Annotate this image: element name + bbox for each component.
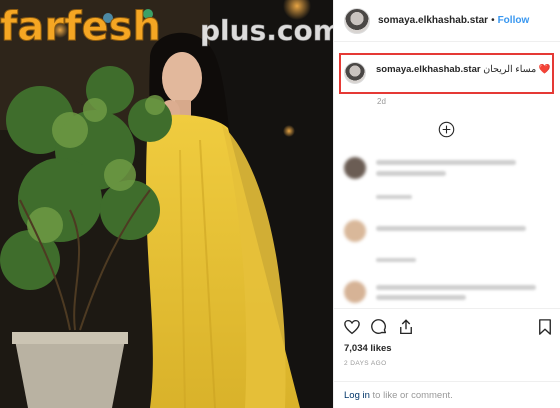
caption-username[interactable]: somaya.elkhashab.star (376, 64, 481, 75)
comment-item-blurred (344, 220, 554, 270)
author-username[interactable]: somaya.elkhashab.star (378, 15, 488, 26)
comment-meta-blurred (376, 258, 416, 262)
bookmark-icon[interactable] (536, 318, 554, 336)
post-age[interactable]: 2 DAYS AGO (344, 360, 387, 367)
caption-text: مساء الريحان ❤️ (483, 64, 551, 75)
share-icon[interactable] (397, 318, 415, 336)
login-prompt: Log in to like or comment. (334, 381, 560, 408)
caption-timestamp[interactable]: 2d (377, 97, 386, 106)
comment-text-blurred (376, 285, 536, 290)
login-link[interactable]: Log in (344, 390, 370, 401)
follow-button[interactable]: Follow (498, 15, 530, 26)
comment-text-blurred (376, 160, 516, 165)
header-separator: • (491, 15, 495, 26)
comment-avatar (344, 220, 366, 242)
caption: somaya.elkhashab.star مساء الريحان ❤️ (376, 63, 552, 77)
like-count[interactable]: 7,034 likes (344, 343, 392, 354)
comment-item-blurred (344, 157, 554, 207)
comment-avatar (344, 281, 366, 303)
post-actions: 7,034 likes 2 DAYS AGO Log in to like or… (334, 308, 560, 408)
heart-icon[interactable] (343, 318, 361, 336)
comment-text-blurred (376, 295, 466, 300)
post-side-panel: somaya.elkhashab.star • Follow somaya.el… (333, 0, 560, 408)
comment-item-blurred (344, 281, 554, 307)
plus-circle-icon[interactable] (438, 121, 455, 138)
author-avatar[interactable] (344, 7, 370, 34)
comment-icon[interactable] (370, 318, 388, 336)
comment-avatar (344, 157, 366, 179)
caption-avatar[interactable] (344, 62, 366, 84)
post-photo[interactable]: farfesh plus.com (0, 0, 333, 408)
comment-meta-blurred (376, 195, 412, 199)
photo-illustration (0, 0, 333, 408)
comment-text-blurred (376, 171, 446, 176)
comment-text-blurred (376, 226, 526, 231)
login-suffix: to like or comment. (369, 390, 453, 401)
post-header: somaya.elkhashab.star • Follow (334, 0, 560, 42)
